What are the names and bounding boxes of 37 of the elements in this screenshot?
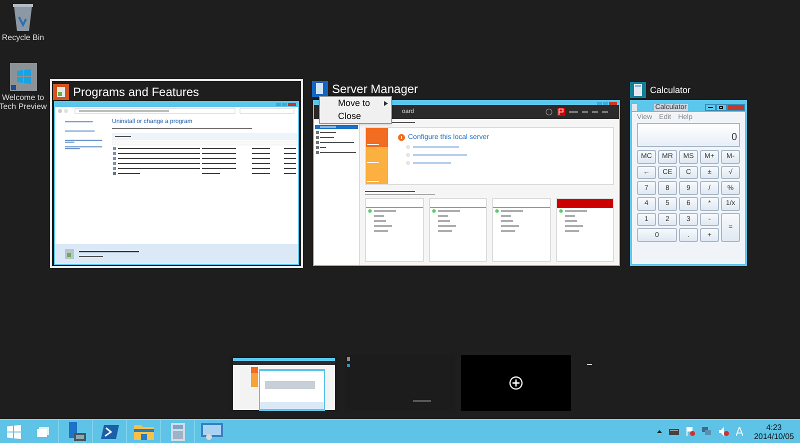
role-tile[interactable]: [365, 198, 424, 262]
calculator-icon: [630, 82, 646, 98]
calculator-icon: [632, 104, 637, 110]
plus-icon: [509, 376, 523, 390]
desktop-icon-label[interactable]: Recycle Bin: [0, 33, 51, 42]
control-panel-icon[interactable]: [200, 422, 222, 440]
keyboard-icon[interactable]: [668, 428, 679, 434]
input-method-icon[interactable]: [736, 427, 743, 436]
role-tile[interactable]: [556, 198, 614, 262]
folder-icon[interactable]: [134, 424, 154, 440]
speaker-error-icon[interactable]: [718, 427, 729, 436]
maximize-button[interactable]: [716, 104, 727, 110]
menu-item[interactable]: Close: [320, 110, 391, 123]
window-title: Server Manager: [332, 83, 418, 95]
section-heading-drawing: [365, 191, 435, 196]
navigation-list-drawing: [314, 125, 359, 155]
menu-item[interactable]: Move to: [320, 97, 391, 110]
role-tile[interactable]: [492, 198, 550, 262]
role-tile[interactable]: [428, 198, 487, 262]
windows-logo-icon[interactable]: [10, 63, 36, 91]
network-icon[interactable]: [702, 427, 712, 436]
terminal-icon[interactable]: [100, 424, 118, 440]
minus-icon: [587, 364, 592, 365]
window-title: Programs and Features: [73, 86, 200, 98]
chevron-up-icon[interactable]: [656, 430, 662, 433]
step-number-icon: [398, 134, 405, 141]
window-title: Calculator: [650, 86, 691, 94]
clock-time[interactable]: 4:23: [766, 422, 782, 432]
submenu-arrow-icon: [384, 101, 388, 106]
side-bands-drawing: [366, 128, 388, 184]
programs-icon: [53, 84, 69, 100]
clock-date[interactable]: 2014/10/05: [754, 432, 794, 440]
server-icon: [312, 81, 328, 97]
recycle-bin-icon[interactable]: [13, 3, 33, 31]
flag-error-icon[interactable]: [686, 427, 695, 436]
calculator-display: 0: [637, 123, 740, 147]
minimize-button[interactable]: [704, 104, 716, 110]
